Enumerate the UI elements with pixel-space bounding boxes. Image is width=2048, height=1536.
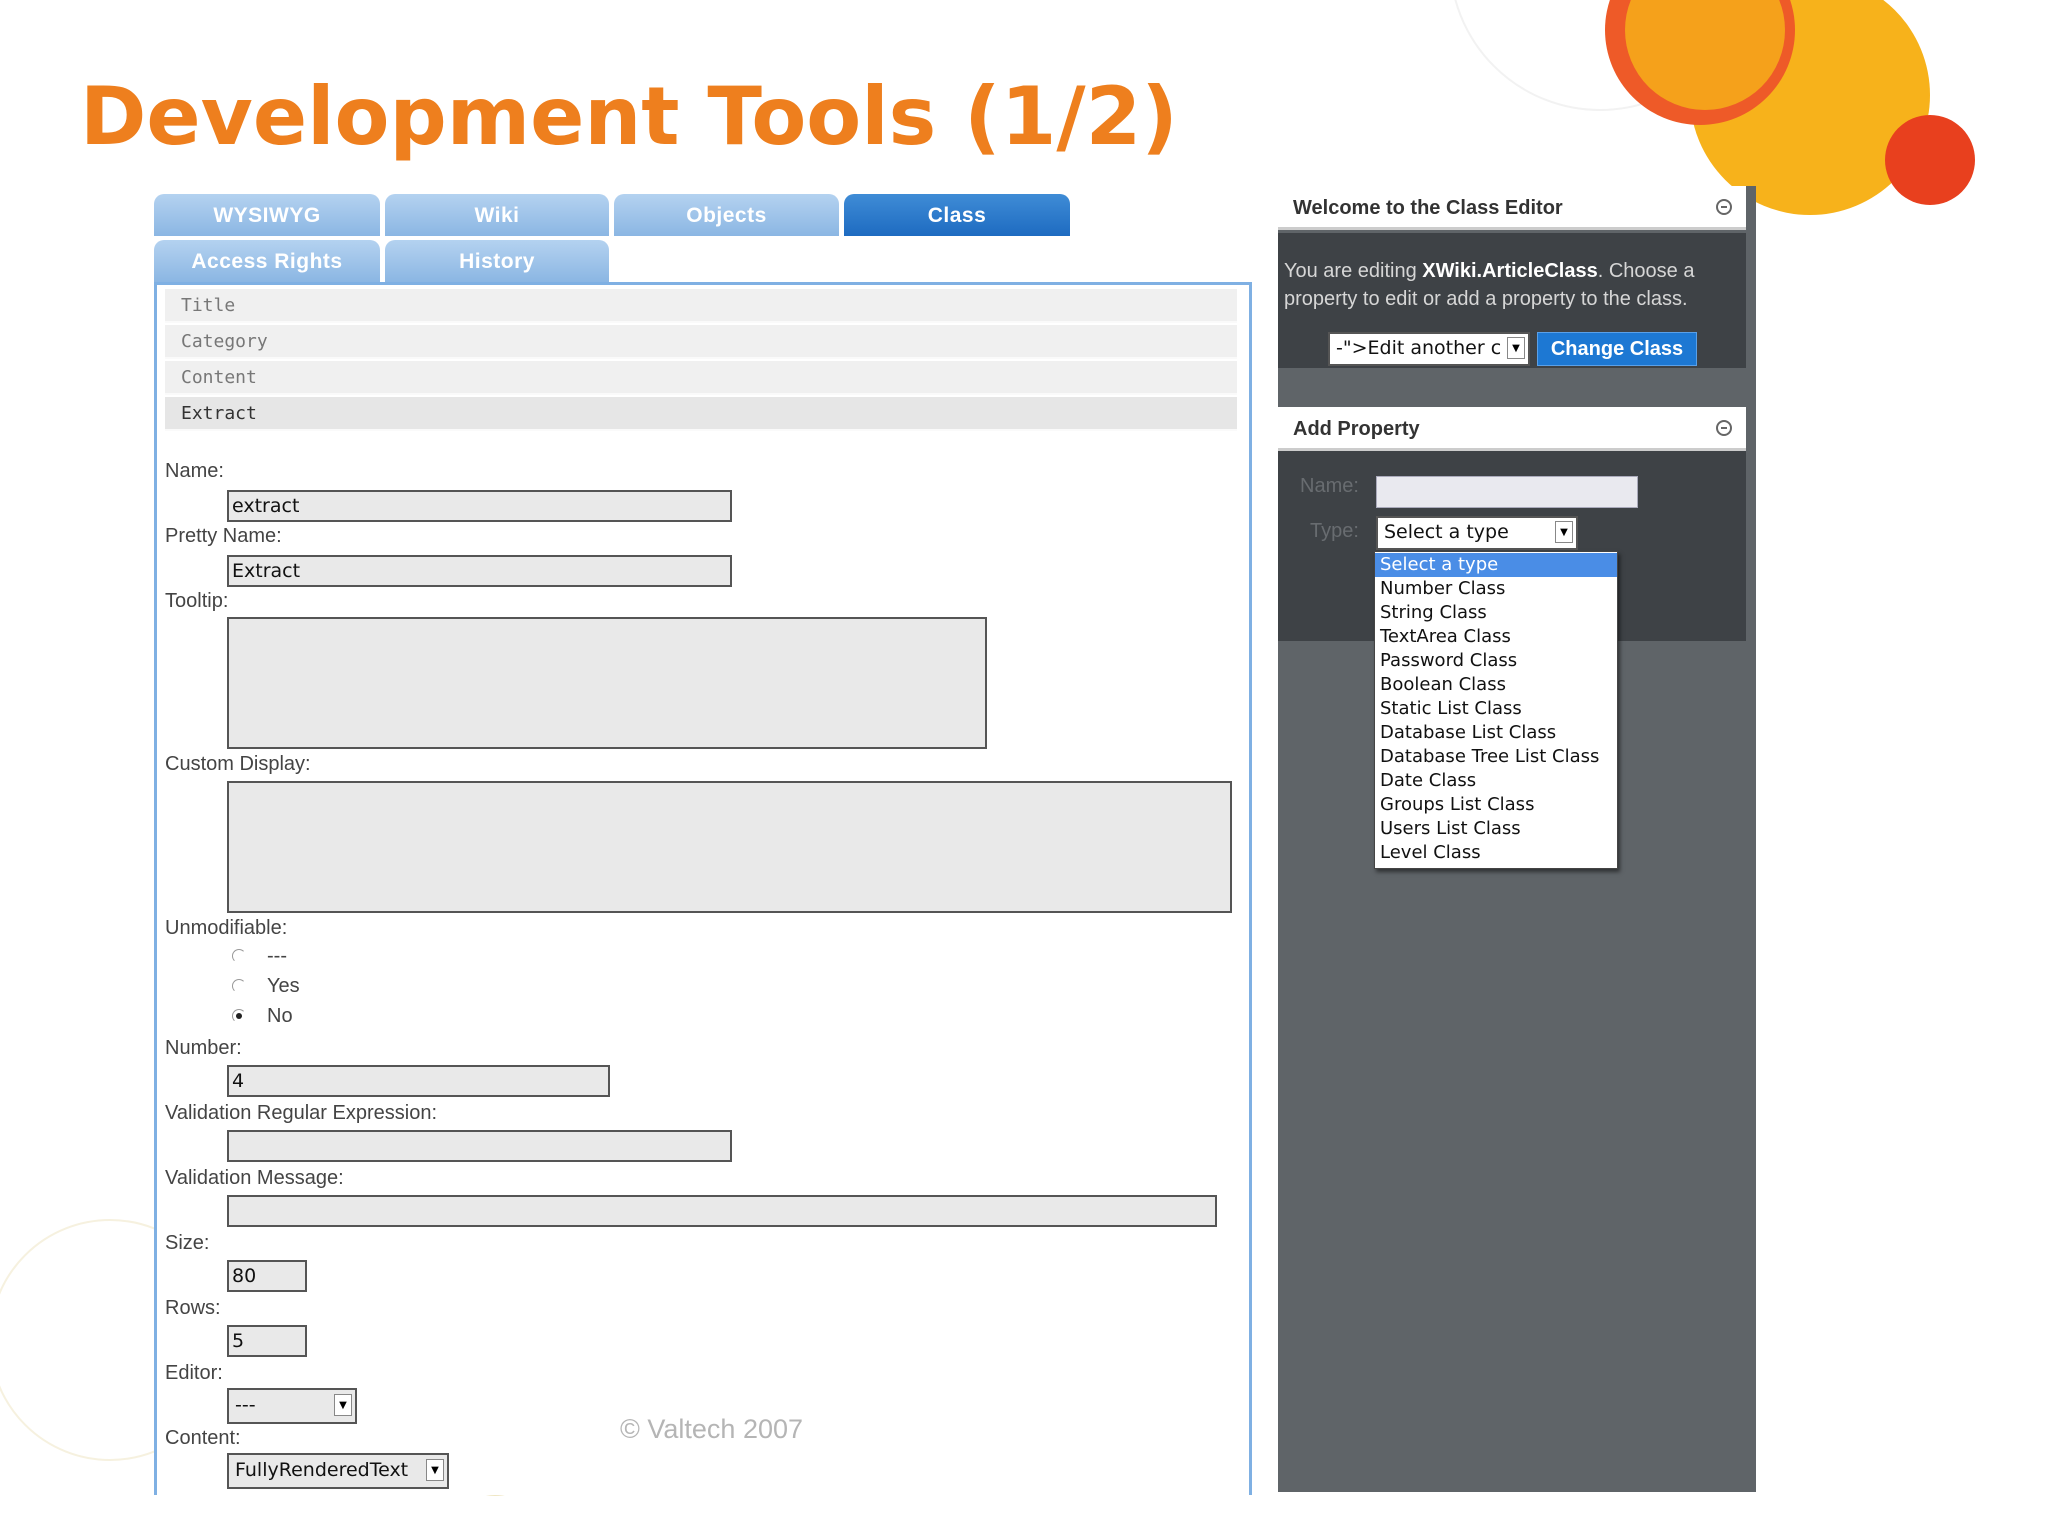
property-item-extract[interactable]: Extract — [165, 397, 1237, 431]
unmodifiable-radio-yes[interactable] — [232, 979, 246, 993]
property-item-category[interactable]: Category — [165, 325, 1237, 359]
unmodifiable-radio-none[interactable] — [232, 949, 246, 963]
tab-history[interactable]: History — [385, 240, 609, 282]
unmodifiable-option-yes-label: Yes — [267, 975, 300, 997]
content-select[interactable]: FullyRenderedText ▼ — [227, 1453, 449, 1489]
name-input[interactable]: extract — [227, 490, 732, 522]
pretty-name-label: Pretty Name: — [165, 525, 282, 547]
size-label: Size: — [165, 1232, 210, 1254]
type-option[interactable]: Static List Class — [1375, 697, 1617, 721]
edit-another-class-select[interactable]: -">Edit another c ▼ — [1328, 332, 1530, 366]
add-property-name-label: Name: — [1300, 475, 1359, 497]
type-option[interactable]: Database List Class — [1375, 721, 1617, 745]
rows-label: Rows: — [165, 1297, 221, 1319]
type-option[interactable]: Boolean Class — [1375, 673, 1617, 697]
unmodifiable-option-none-label: --- — [267, 945, 287, 967]
custom-display-label: Custom Display: — [165, 753, 311, 775]
editor-label: Editor: — [165, 1362, 223, 1384]
chevron-down-icon: ▼ — [426, 1459, 444, 1481]
tab-wiki[interactable]: Wiki — [385, 194, 609, 236]
validation-message-input[interactable] — [227, 1195, 1217, 1227]
tab-class[interactable]: Class — [844, 194, 1070, 236]
tooltip-label: Tooltip: — [165, 590, 229, 612]
add-property-title: Add Property — [1293, 418, 1420, 440]
type-dropdown-list: Select a type Number Class String Class … — [1374, 551, 1618, 869]
type-option[interactable]: Groups List Class — [1375, 793, 1617, 817]
type-option[interactable]: Select a type — [1375, 553, 1617, 577]
type-option[interactable]: String Class — [1375, 601, 1617, 625]
validation-message-label: Validation Message: — [165, 1167, 344, 1189]
tooltip-textarea[interactable] — [227, 617, 987, 749]
add-property-type-label: Type: — [1310, 520, 1359, 542]
type-option[interactable]: Number Class — [1375, 577, 1617, 601]
pretty-name-input[interactable]: Extract — [227, 555, 732, 587]
class-editor-panel-header[interactable]: Welcome to the Class Editor — [1278, 186, 1746, 230]
type-option[interactable]: Users List Class — [1375, 817, 1617, 841]
collapse-icon[interactable] — [1716, 420, 1732, 436]
unmodifiable-option-no-label: No — [267, 1005, 293, 1027]
edited-class-name: XWiki.ArticleClass — [1422, 260, 1598, 282]
type-option[interactable]: Password Class — [1375, 649, 1617, 673]
class-editor-description: You are editing XWiki.ArticleClass. Choo… — [1284, 257, 1739, 313]
content-label: Content: — [165, 1427, 241, 1449]
validation-regex-input[interactable] — [227, 1130, 732, 1162]
rows-input[interactable]: 5 — [227, 1325, 307, 1357]
add-property-name-input[interactable] — [1376, 476, 1638, 508]
content-select-value: FullyRenderedText — [235, 1459, 409, 1481]
add-property-panel-header[interactable]: Add Property — [1278, 407, 1746, 451]
copyright-notice: © Valtech 2007 — [620, 1414, 804, 1444]
chevron-down-icon: ▼ — [334, 1394, 352, 1416]
custom-display-textarea[interactable] — [227, 781, 1232, 913]
description-text-before: You are editing — [1284, 260, 1423, 282]
number-label: Number: — [165, 1037, 242, 1059]
validation-regex-label: Validation Regular Expression: — [165, 1102, 438, 1124]
change-class-button[interactable]: Change Class — [1537, 332, 1697, 366]
tab-access-rights[interactable]: Access Rights — [154, 240, 380, 282]
type-option[interactable]: Level Class — [1375, 841, 1617, 865]
editor-select[interactable]: --- ▼ — [227, 1388, 357, 1424]
class-editor-panel: Title Category Content Extract Name: ext… — [154, 282, 1252, 1495]
class-editor-title: Welcome to the Class Editor — [1293, 197, 1563, 219]
class-editor-body: You are editing XWiki.ArticleClass. Choo… — [1278, 233, 1746, 368]
unmodifiable-radio-no[interactable] — [232, 1009, 246, 1023]
unmodifiable-label: Unmodifiable: — [165, 917, 288, 939]
type-option[interactable]: TextArea Class — [1375, 625, 1617, 649]
size-input[interactable]: 80 — [227, 1260, 307, 1292]
chevron-down-icon: ▼ — [1507, 337, 1525, 359]
collapse-icon[interactable] — [1716, 199, 1732, 215]
tab-objects[interactable]: Objects — [614, 194, 839, 236]
edit-another-class-value: -">Edit another c — [1336, 337, 1502, 359]
property-item-content[interactable]: Content — [165, 361, 1237, 395]
chevron-down-icon: ▼ — [1555, 521, 1573, 543]
number-input[interactable]: 4 — [227, 1065, 610, 1097]
property-item-title[interactable]: Title — [165, 289, 1237, 323]
slide-title: Development Tools (1/2) — [80, 70, 1178, 163]
name-label: Name: — [165, 460, 224, 482]
type-option[interactable]: Database Tree List Class — [1375, 745, 1617, 769]
tab-wysiwyg[interactable]: WYSIWYG — [154, 194, 380, 236]
editor-select-value: --- — [235, 1394, 256, 1416]
type-option[interactable]: Date Class — [1375, 769, 1617, 793]
add-property-type-select[interactable]: Select a type ▼ — [1376, 516, 1578, 550]
type-select-value: Select a type — [1384, 521, 1509, 543]
